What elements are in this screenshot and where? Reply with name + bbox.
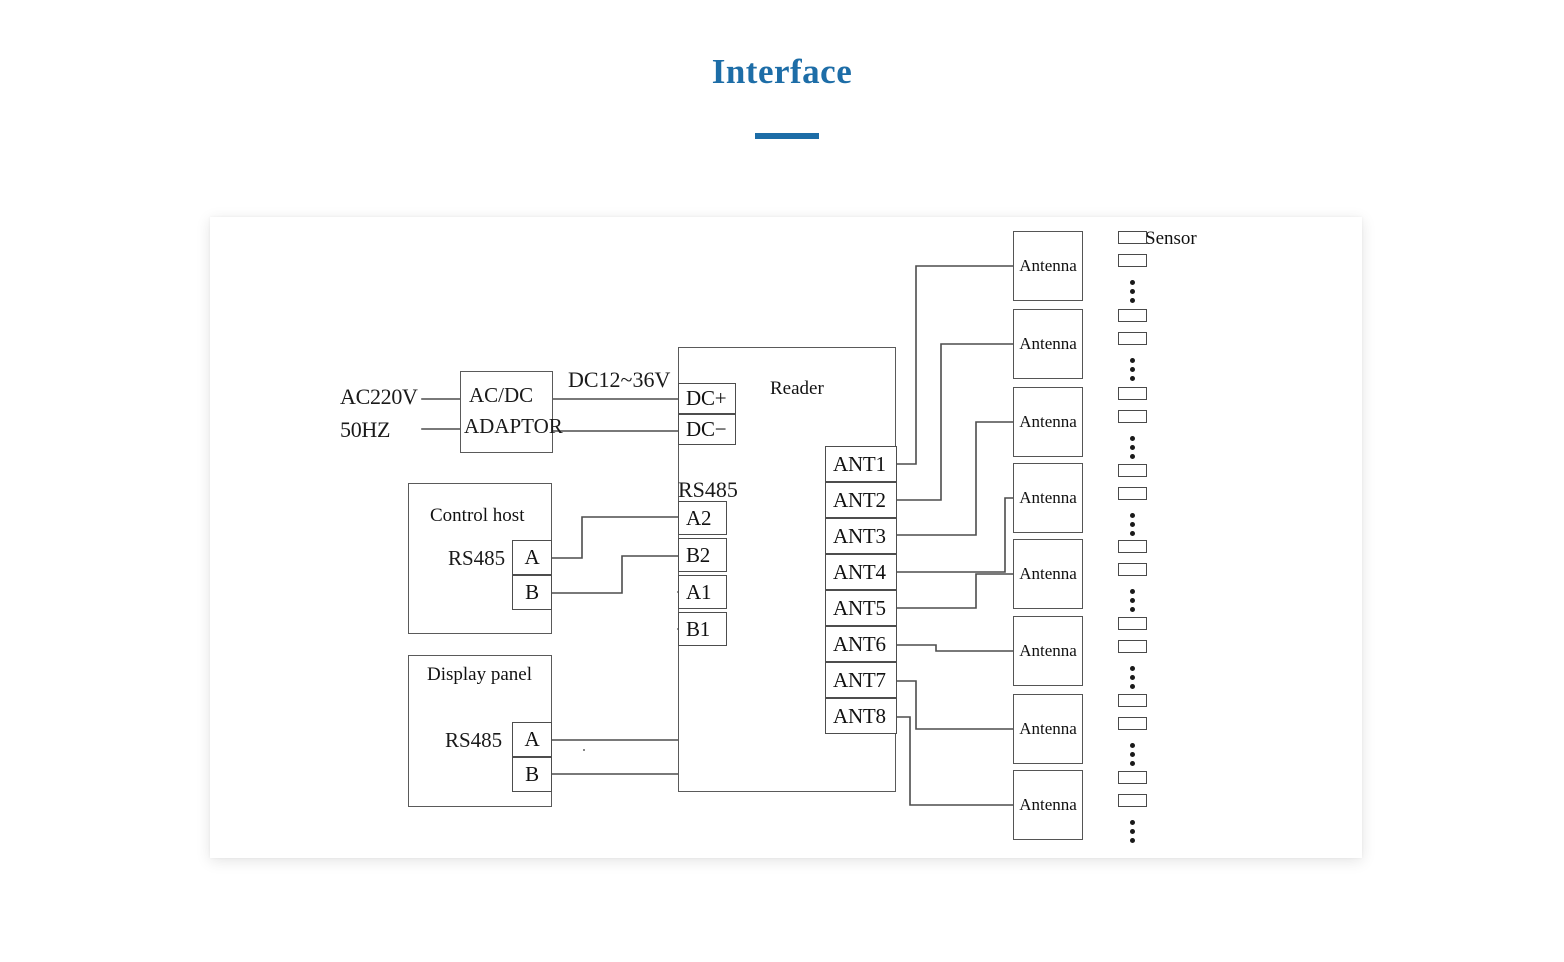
sensor-ellipsis-dot-1-2	[1130, 289, 1135, 294]
sensor-ellipsis-dot-4-3	[1130, 531, 1135, 536]
reader-terminal-ant4[interactable]: ANT4	[825, 554, 897, 590]
sensor-ellipsis-dot-3-1	[1130, 436, 1135, 441]
sensor-rect-8-1[interactable]	[1118, 771, 1147, 784]
sensor-rect-8-2[interactable]	[1118, 794, 1147, 807]
antenna-box-8[interactable]: Antenna	[1013, 770, 1083, 840]
reader-terminal-ant7[interactable]: ANT7	[825, 662, 897, 698]
sensor-rect-1-1[interactable]	[1118, 231, 1147, 244]
display-panel-terminal-b[interactable]: B	[512, 757, 552, 792]
sensor-ellipsis-dot-4-2	[1130, 522, 1135, 527]
sensor-rect-4-2[interactable]	[1118, 487, 1147, 500]
antenna-box-2[interactable]: Antenna	[1013, 309, 1083, 379]
reader-title: Reader	[770, 378, 824, 399]
sensor-rect-6-2[interactable]	[1118, 640, 1147, 653]
sensor-ellipsis-dot-3-2	[1130, 445, 1135, 450]
control-host-title: Control host	[430, 505, 525, 526]
reader-terminal-b1[interactable]: B1	[678, 612, 727, 646]
sensor-ellipsis-dot-7-3	[1130, 761, 1135, 766]
sensor-ellipsis-dot-6-1	[1130, 666, 1135, 671]
page-title: Interface	[711, 52, 853, 91]
sensor-ellipsis-dot-8-2	[1130, 829, 1135, 834]
antenna-box-6[interactable]: Antenna	[1013, 616, 1083, 686]
antenna-box-3[interactable]: Antenna	[1013, 387, 1083, 457]
sensor-rect-1-2[interactable]	[1118, 254, 1147, 267]
sensor-rect-7-2[interactable]	[1118, 717, 1147, 730]
sensor-ellipsis-dot-8-3	[1130, 838, 1135, 843]
reader-terminal-a2[interactable]: A2	[678, 501, 727, 535]
diagram-surface: AC220V 50HZ AC/DC ADAPTOR DC12~36V Reade…	[210, 217, 1362, 858]
sensor-ellipsis-dot-2-3	[1130, 376, 1135, 381]
sensor-ellipsis-dot-4-1	[1130, 513, 1135, 518]
sensor-rect-2-2[interactable]	[1118, 332, 1147, 345]
sensor-ellipsis-dot-1-1	[1130, 280, 1135, 285]
page-header: Interface	[0, 0, 1564, 190]
page-root: Interface AC220V 50HZ AC/DC ADAPTOR DC12…	[0, 0, 1564, 962]
reader-terminal-ant5[interactable]: ANT5	[825, 590, 897, 626]
sensor-ellipsis-dot-7-2	[1130, 752, 1135, 757]
ac-dc-adaptor-line2: ADAPTOR	[464, 414, 563, 438]
reader-terminal-b2[interactable]: B2	[678, 538, 727, 572]
antenna-box-5[interactable]: Antenna	[1013, 539, 1083, 609]
reader-terminal-ant1[interactable]: ANT1	[825, 446, 897, 482]
sensor-ellipsis-dot-8-1	[1130, 820, 1135, 825]
title-underline-rule	[755, 133, 819, 139]
sensor-rect-5-2[interactable]	[1118, 563, 1147, 576]
reader-terminal-ant2[interactable]: ANT2	[825, 482, 897, 518]
display-panel-title: Display panel	[427, 664, 533, 685]
sensor-ellipsis-dot-6-3	[1130, 684, 1135, 689]
sensor-rect-3-2[interactable]	[1118, 410, 1147, 423]
sensor-ellipsis-dot-2-1	[1130, 358, 1135, 363]
antenna-box-1[interactable]: Antenna	[1013, 231, 1083, 301]
reader-terminal-ant8[interactable]: ANT8	[825, 698, 897, 734]
reader-rs485-label: RS485	[678, 477, 738, 502]
reader-terminal-dc-minus[interactable]: DC−	[678, 414, 736, 445]
sensor-ellipsis-dot-3-3	[1130, 454, 1135, 459]
sensor-ellipsis-dot-6-2	[1130, 675, 1135, 680]
sensor-ellipsis-dot-7-1	[1130, 743, 1135, 748]
sensor-column-label: Sensor	[1145, 228, 1197, 249]
antenna-box-7[interactable]: Antenna	[1013, 694, 1083, 764]
sensor-rect-7-1[interactable]	[1118, 694, 1147, 707]
ac-dc-adaptor-line1: AC/DC	[469, 383, 534, 407]
sensor-ellipsis-dot-5-2	[1130, 598, 1135, 603]
sensor-rect-5-1[interactable]	[1118, 540, 1147, 553]
sensor-rect-4-1[interactable]	[1118, 464, 1147, 477]
sensor-rect-3-1[interactable]	[1118, 387, 1147, 400]
diagram-panel: AC220V 50HZ AC/DC ADAPTOR DC12~36V Reade…	[210, 217, 1362, 858]
sensor-rect-2-1[interactable]	[1118, 309, 1147, 322]
reader-terminal-a1[interactable]: A1	[678, 575, 727, 609]
sensor-ellipsis-dot-5-3	[1130, 607, 1135, 612]
display-panel-terminal-a[interactable]: A	[512, 722, 552, 757]
control-host-terminal-b[interactable]: B	[512, 575, 552, 610]
ac-source-voltage-label: AC220V	[340, 384, 418, 409]
reader-terminal-ant6[interactable]: ANT6	[825, 626, 897, 662]
ac-source-frequency-label: 50HZ	[340, 417, 391, 442]
reader-terminal-dc-plus[interactable]: DC+	[678, 383, 736, 414]
sensor-ellipsis-dot-2-2	[1130, 367, 1135, 372]
dc-output-voltage-label: DC12~36V	[568, 367, 671, 392]
control-host-rs485-label: RS485	[448, 546, 506, 570]
sensor-ellipsis-dot-1-3	[1130, 298, 1135, 303]
antenna-box-4[interactable]: Antenna	[1013, 463, 1083, 533]
sensor-ellipsis-dot-5-1	[1130, 589, 1135, 594]
stray-mark	[583, 749, 585, 751]
control-host-terminal-a[interactable]: A	[512, 540, 552, 575]
reader-terminal-ant3[interactable]: ANT3	[825, 518, 897, 554]
display-panel-rs485-label: RS485	[445, 728, 503, 752]
sensor-rect-6-1[interactable]	[1118, 617, 1147, 630]
